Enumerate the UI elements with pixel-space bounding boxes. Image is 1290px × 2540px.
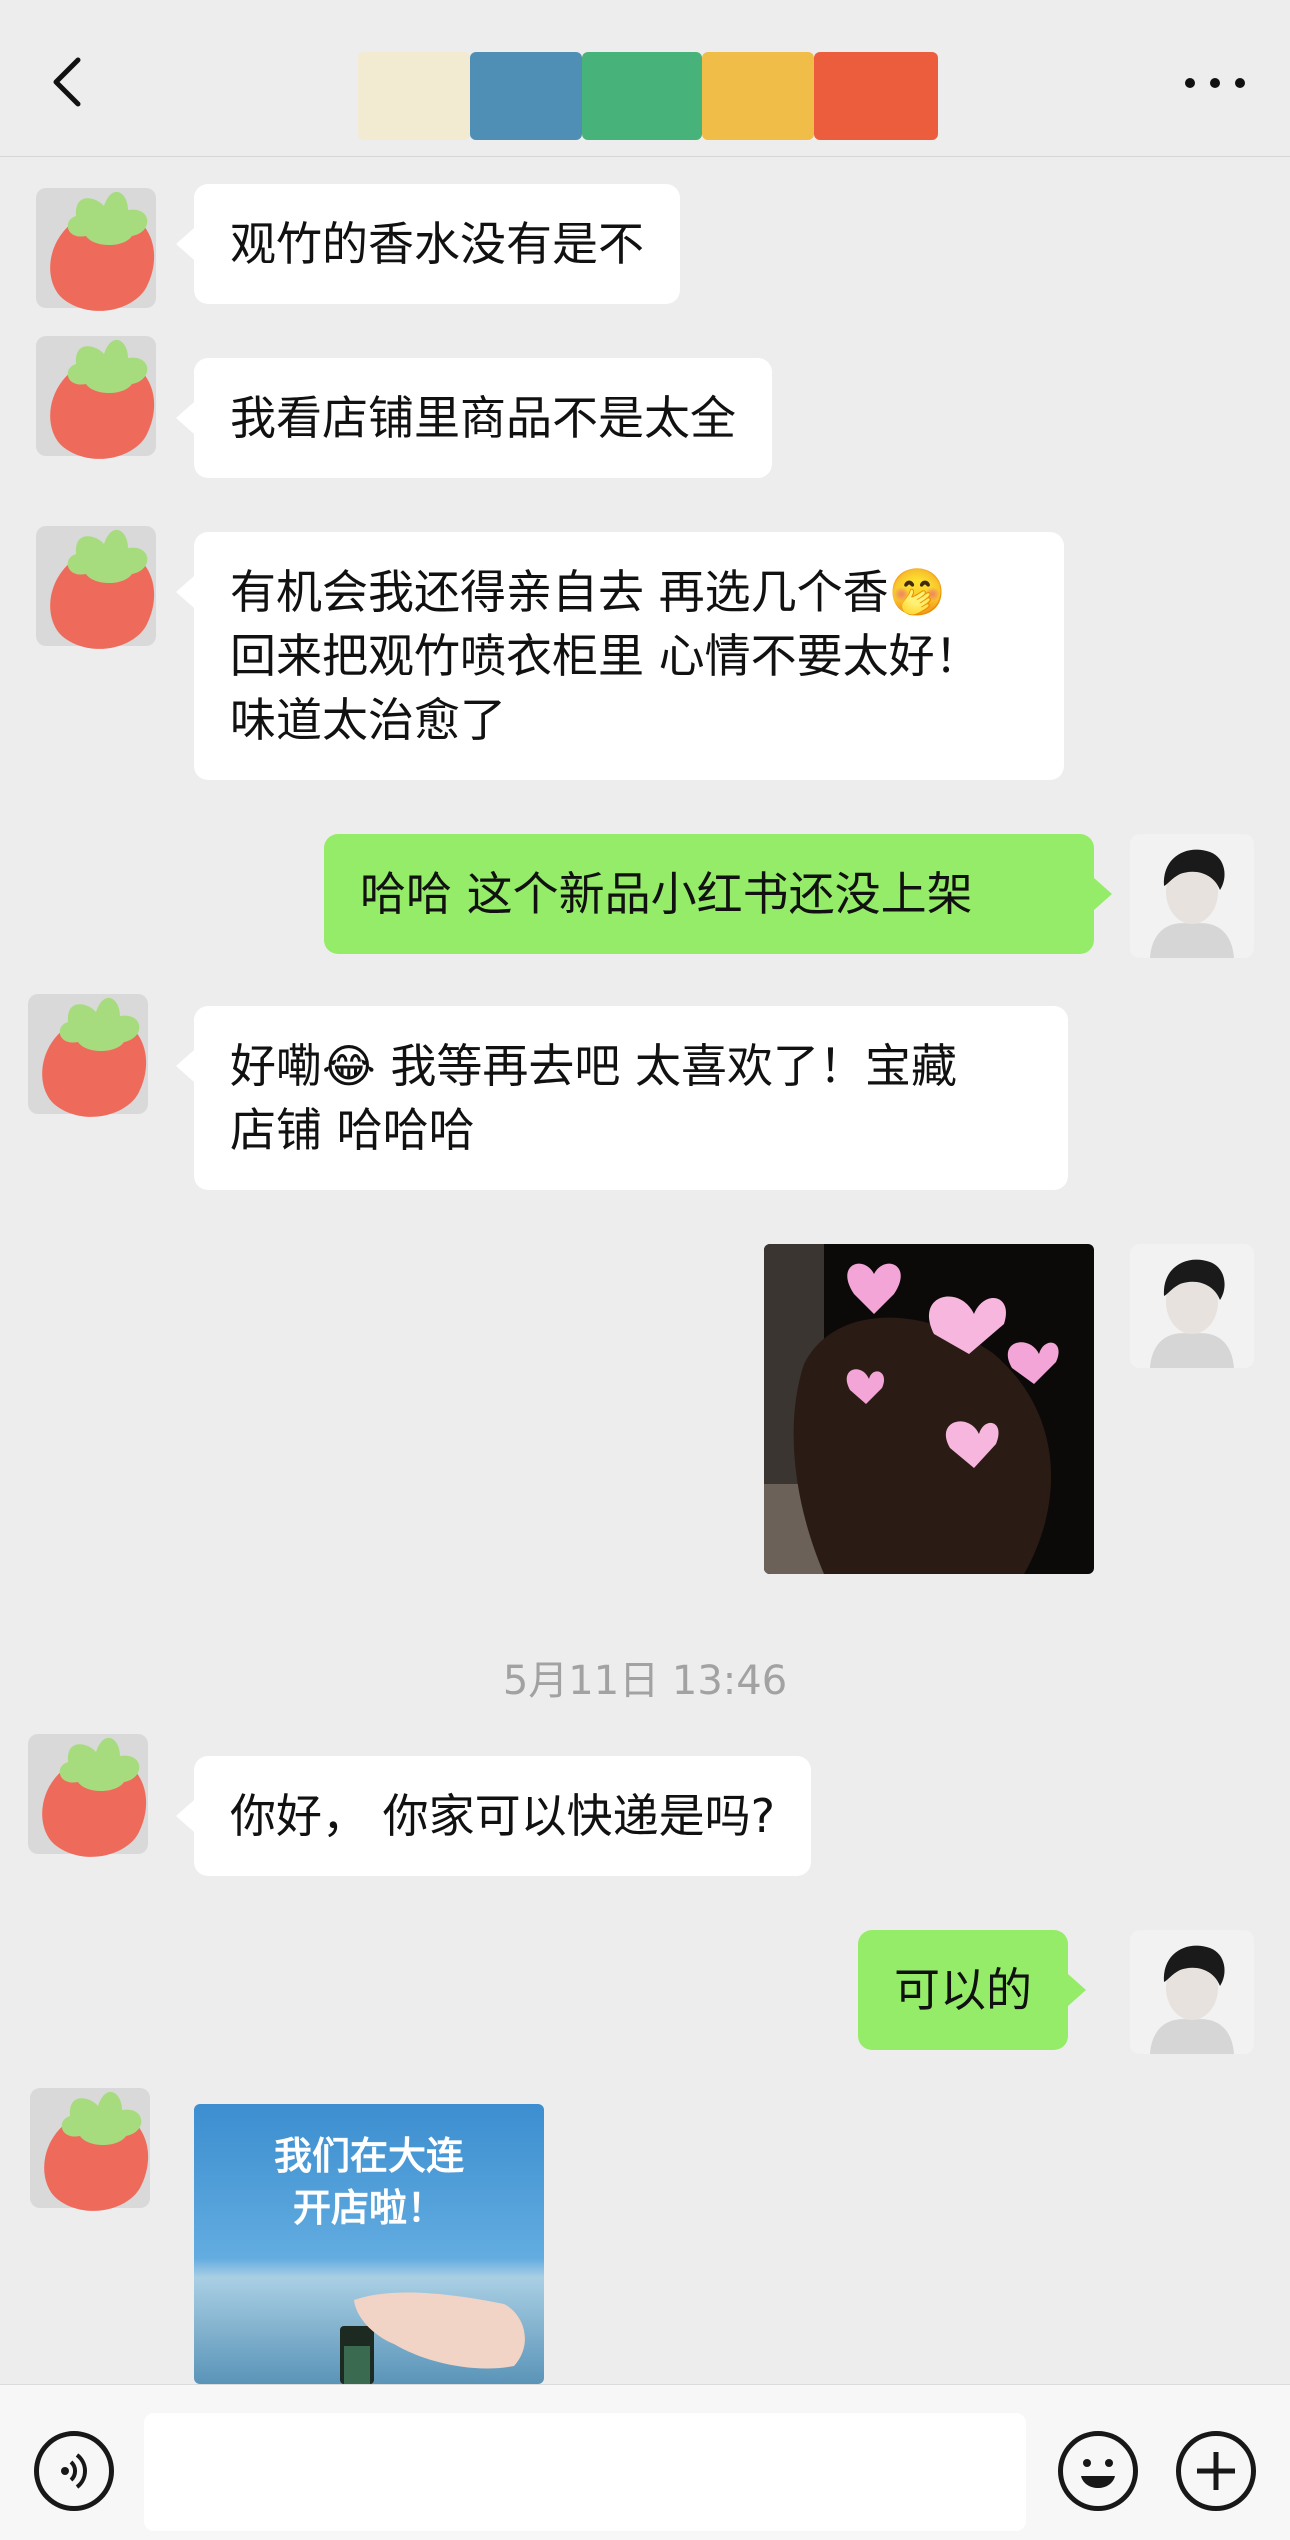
strawberry-avatar-icon bbox=[36, 188, 156, 311]
chevron-left-icon bbox=[53, 57, 81, 107]
title-block bbox=[582, 52, 702, 140]
title-block bbox=[814, 52, 938, 140]
emoji-icon bbox=[1081, 2459, 1115, 2488]
sent-image[interactable] bbox=[764, 1244, 1094, 1574]
contact-avatar[interactable] bbox=[20, 1716, 170, 1866]
voice-button[interactable] bbox=[34, 2431, 114, 2511]
title-block bbox=[358, 52, 470, 140]
contact-avatar[interactable] bbox=[28, 170, 178, 320]
portrait-avatar-icon bbox=[1130, 1930, 1254, 2054]
chat-title-color-strip bbox=[358, 52, 938, 140]
hand-bottle-image bbox=[340, 2292, 525, 2384]
strawberry-avatar-icon bbox=[28, 994, 148, 1117]
self-avatar[interactable] bbox=[1130, 834, 1254, 958]
contact-avatar[interactable] bbox=[22, 2070, 172, 2220]
self-avatar[interactable] bbox=[1130, 1244, 1254, 1368]
title-block bbox=[702, 52, 814, 140]
contact-avatar[interactable] bbox=[28, 508, 178, 658]
photo-with-hearts-image bbox=[764, 1244, 1094, 1574]
message-input[interactable] bbox=[144, 2413, 1026, 2531]
plus-button[interactable] bbox=[1176, 2431, 1256, 2511]
more-button[interactable] bbox=[1180, 68, 1250, 98]
voice-icon bbox=[61, 2453, 87, 2489]
self-avatar[interactable] bbox=[1130, 1930, 1254, 2054]
portrait-avatar-icon bbox=[1130, 1244, 1254, 1368]
message-bubble-received[interactable]: 你好， 你家可以快递是吗? bbox=[175, 1756, 812, 1876]
contact-avatar[interactable] bbox=[28, 318, 178, 468]
contact-avatar[interactable] bbox=[20, 976, 170, 1126]
received-image[interactable]: 我们在大连 开店啦！ bbox=[194, 2104, 544, 2384]
message-bubble-received[interactable]: 我看店铺里商品不是太全 bbox=[176, 358, 772, 478]
more-dots-icon bbox=[1185, 78, 1245, 88]
portrait-avatar-icon bbox=[1130, 834, 1254, 958]
title-block bbox=[470, 52, 582, 140]
input-bar bbox=[0, 2384, 1290, 2540]
strawberry-avatar-icon bbox=[36, 526, 156, 649]
message-bubble-sent[interactable]: 可以的 bbox=[858, 1930, 1086, 2050]
message-bubble-received[interactable]: 有机会我还得亲自去 再选几个香🤭 回来把观竹喷衣柜里 心情不要太好！ 味道太治愈… bbox=[176, 532, 1064, 780]
message-bubble-received[interactable]: 观竹的香水没有是不 bbox=[176, 184, 680, 304]
emoji-button[interactable] bbox=[1058, 2431, 1138, 2511]
strawberry-avatar-icon bbox=[28, 1734, 148, 1857]
plus-icon bbox=[1197, 2452, 1235, 2490]
timestamp: 5月11日 13:46 bbox=[502, 1658, 788, 1704]
back-button[interactable] bbox=[40, 52, 100, 112]
strawberry-avatar-icon bbox=[36, 336, 156, 459]
message-bubble-sent[interactable]: 哈哈 这个新品小红书还没上架 bbox=[324, 834, 1112, 954]
chat-header bbox=[0, 0, 1290, 157]
message-bubble-received[interactable]: 好嘞😂 我等再去吧 太喜欢了！宝藏 店铺 哈哈哈 bbox=[176, 1006, 1068, 1190]
strawberry-avatar-icon bbox=[30, 2088, 150, 2211]
